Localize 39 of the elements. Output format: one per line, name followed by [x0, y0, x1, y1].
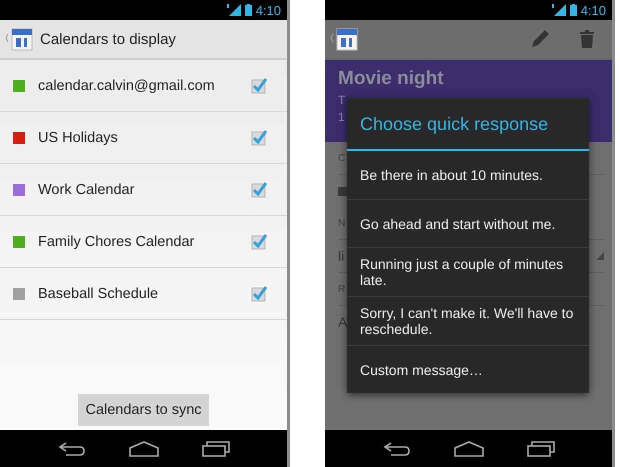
checkbox[interactable]: [251, 234, 267, 250]
signal-icon: [552, 4, 566, 16]
battery-icon: [244, 4, 252, 16]
calendar-icon[interactable]: [329, 26, 359, 52]
clock: 4:10: [256, 2, 281, 18]
pencil-icon[interactable]: [530, 29, 550, 49]
checkbox[interactable]: [251, 286, 267, 302]
calendar-name: Family Chores Calendar: [38, 234, 196, 250]
reminder-value: A: [338, 314, 348, 330]
clock: 4:10: [580, 2, 606, 18]
dialog-title: Choose quick response: [347, 98, 589, 151]
back-icon[interactable]: [382, 440, 410, 456]
calendar-name: Baseball Schedule: [38, 286, 160, 302]
checkbox[interactable]: [251, 130, 267, 146]
home-icon[interactable]: [454, 440, 484, 456]
recent-apps-icon[interactable]: [202, 440, 230, 456]
home-icon[interactable]: [128, 440, 158, 456]
response-option[interactable]: Sorry, I can't make it. We'll have to reschedule.: [347, 296, 589, 345]
response-option[interactable]: Running just a couple of minutes late.: [347, 247, 589, 296]
checkbox[interactable]: [251, 78, 267, 94]
back-icon[interactable]: [58, 440, 86, 456]
screen-title: Calendars to display: [40, 30, 176, 48]
calendar-name: US Holidays: [38, 130, 119, 146]
calendar-icon[interactable]: [4, 26, 34, 52]
sync-button[interactable]: Calendars to sync: [78, 394, 209, 426]
battery-icon: [570, 4, 577, 16]
signal-icon: [226, 4, 241, 16]
event-time: T: [338, 93, 346, 107]
trash-icon[interactable]: [580, 30, 594, 48]
event-title: Movie night: [338, 68, 445, 90]
checkbox[interactable]: [251, 182, 267, 198]
event-time: 1: [338, 110, 345, 124]
response-option[interactable]: Go ahead and start without me.: [347, 199, 589, 247]
guest-name: li: [338, 248, 344, 264]
calendar-name: calendar.calvin@gmail.com: [38, 78, 216, 94]
response-option[interactable]: Be there in about 10 minutes.: [347, 151, 589, 199]
recent-apps-icon[interactable]: [526, 440, 554, 456]
calendar-name: Work Calendar: [38, 182, 136, 198]
response-option[interactable]: Custom message…: [347, 345, 589, 393]
